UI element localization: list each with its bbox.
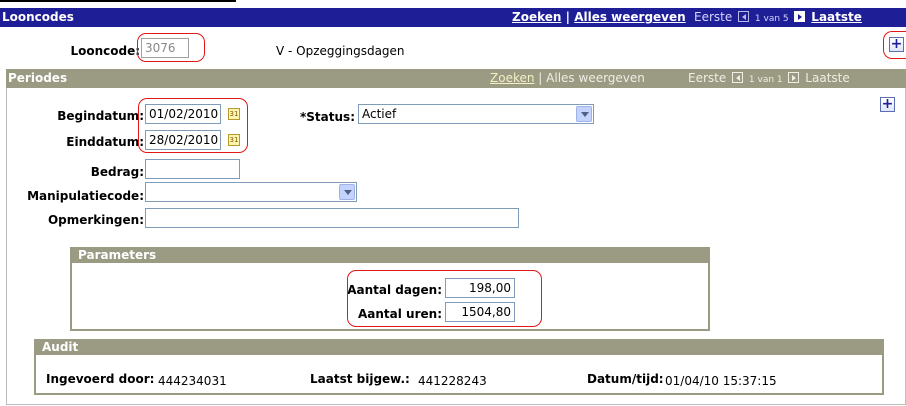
laatst-bijgewerkt-label: Laatst bijgew.: <box>310 372 410 386</box>
periodes-laatste: Laatste <box>805 71 850 85</box>
periodes-separator: | <box>538 71 543 85</box>
status-dropdown-arrow-icon[interactable] <box>576 106 592 122</box>
manipulatiecode-dropdown-arrow-icon[interactable] <box>339 184 355 200</box>
looncodes-laatste-link[interactable]: Laatste <box>811 10 862 24</box>
periodes-zoeken-link[interactable]: Zoeken <box>490 71 534 85</box>
einddatum-label: Einddatum: <box>66 135 144 149</box>
periodes-title: Periodes <box>8 71 68 85</box>
periodes-eerste: Eerste <box>688 71 727 85</box>
looncodes-prev-icon <box>738 11 750 22</box>
ingevoerd-label: Ingevoerd door: <box>46 372 155 386</box>
periodes-alles: Alles weergeven <box>546 71 645 85</box>
opmerkingen-field[interactable] <box>145 208 519 228</box>
looncodes-alles-link[interactable]: Alles weergeven <box>574 10 686 24</box>
status-select[interactable]: Actief <box>358 104 594 124</box>
bedrag-label: Bedrag: <box>90 165 144 179</box>
parameters-highlight <box>347 270 542 327</box>
top-rule <box>0 0 236 2</box>
bedrag-field[interactable] <box>145 159 240 179</box>
looncode-label: Looncode: <box>70 44 140 58</box>
looncodes-zoeken-link[interactable]: Zoeken <box>512 10 561 24</box>
periodes-header: Periodes Zoeken | Alles weergeven Eerste… <box>6 69 906 88</box>
manipulatiecode-label: Manipulatiecode: <box>27 189 144 203</box>
laatst-bijgewerkt-value: 441228243 <box>418 374 487 388</box>
audit-header: Audit <box>34 339 884 355</box>
datum-tijd-label: Datum/tijd: <box>587 372 664 386</box>
plus-highlight <box>883 31 906 59</box>
looncodes-next-icon[interactable] <box>794 11 806 22</box>
periodes-add-plus-icon[interactable]: + <box>880 97 895 112</box>
periodes-prev-icon <box>732 72 744 83</box>
looncode-description: V - Opzeggingsdagen <box>276 44 405 58</box>
looncodes-range: 1 van 5 <box>754 14 789 24</box>
parameters-header: Parameters <box>70 247 710 263</box>
looncodes-title: Looncodes <box>2 10 74 24</box>
periodes-next-icon <box>788 72 800 83</box>
manipulatiecode-select[interactable] <box>145 182 357 202</box>
datum-tijd-value: 01/04/10 15:37:15 <box>665 374 777 388</box>
begindatum-label: Begindatum: <box>57 109 144 123</box>
opmerkingen-label: Opmerkingen: <box>47 213 144 227</box>
periodes-range: 1 van 1 <box>748 75 783 85</box>
looncodes-header: Looncodes Zoeken | Alles weergeven Eerst… <box>0 8 906 27</box>
looncodes-separator: | <box>565 10 571 24</box>
looncode-highlight <box>137 33 205 62</box>
ingevoerd-value: 444234031 <box>158 374 227 388</box>
looncodes-eerste: Eerste <box>694 10 733 24</box>
dates-highlight <box>138 98 248 153</box>
status-value: Actief <box>362 107 397 121</box>
status-label: *Status: <box>300 110 355 124</box>
